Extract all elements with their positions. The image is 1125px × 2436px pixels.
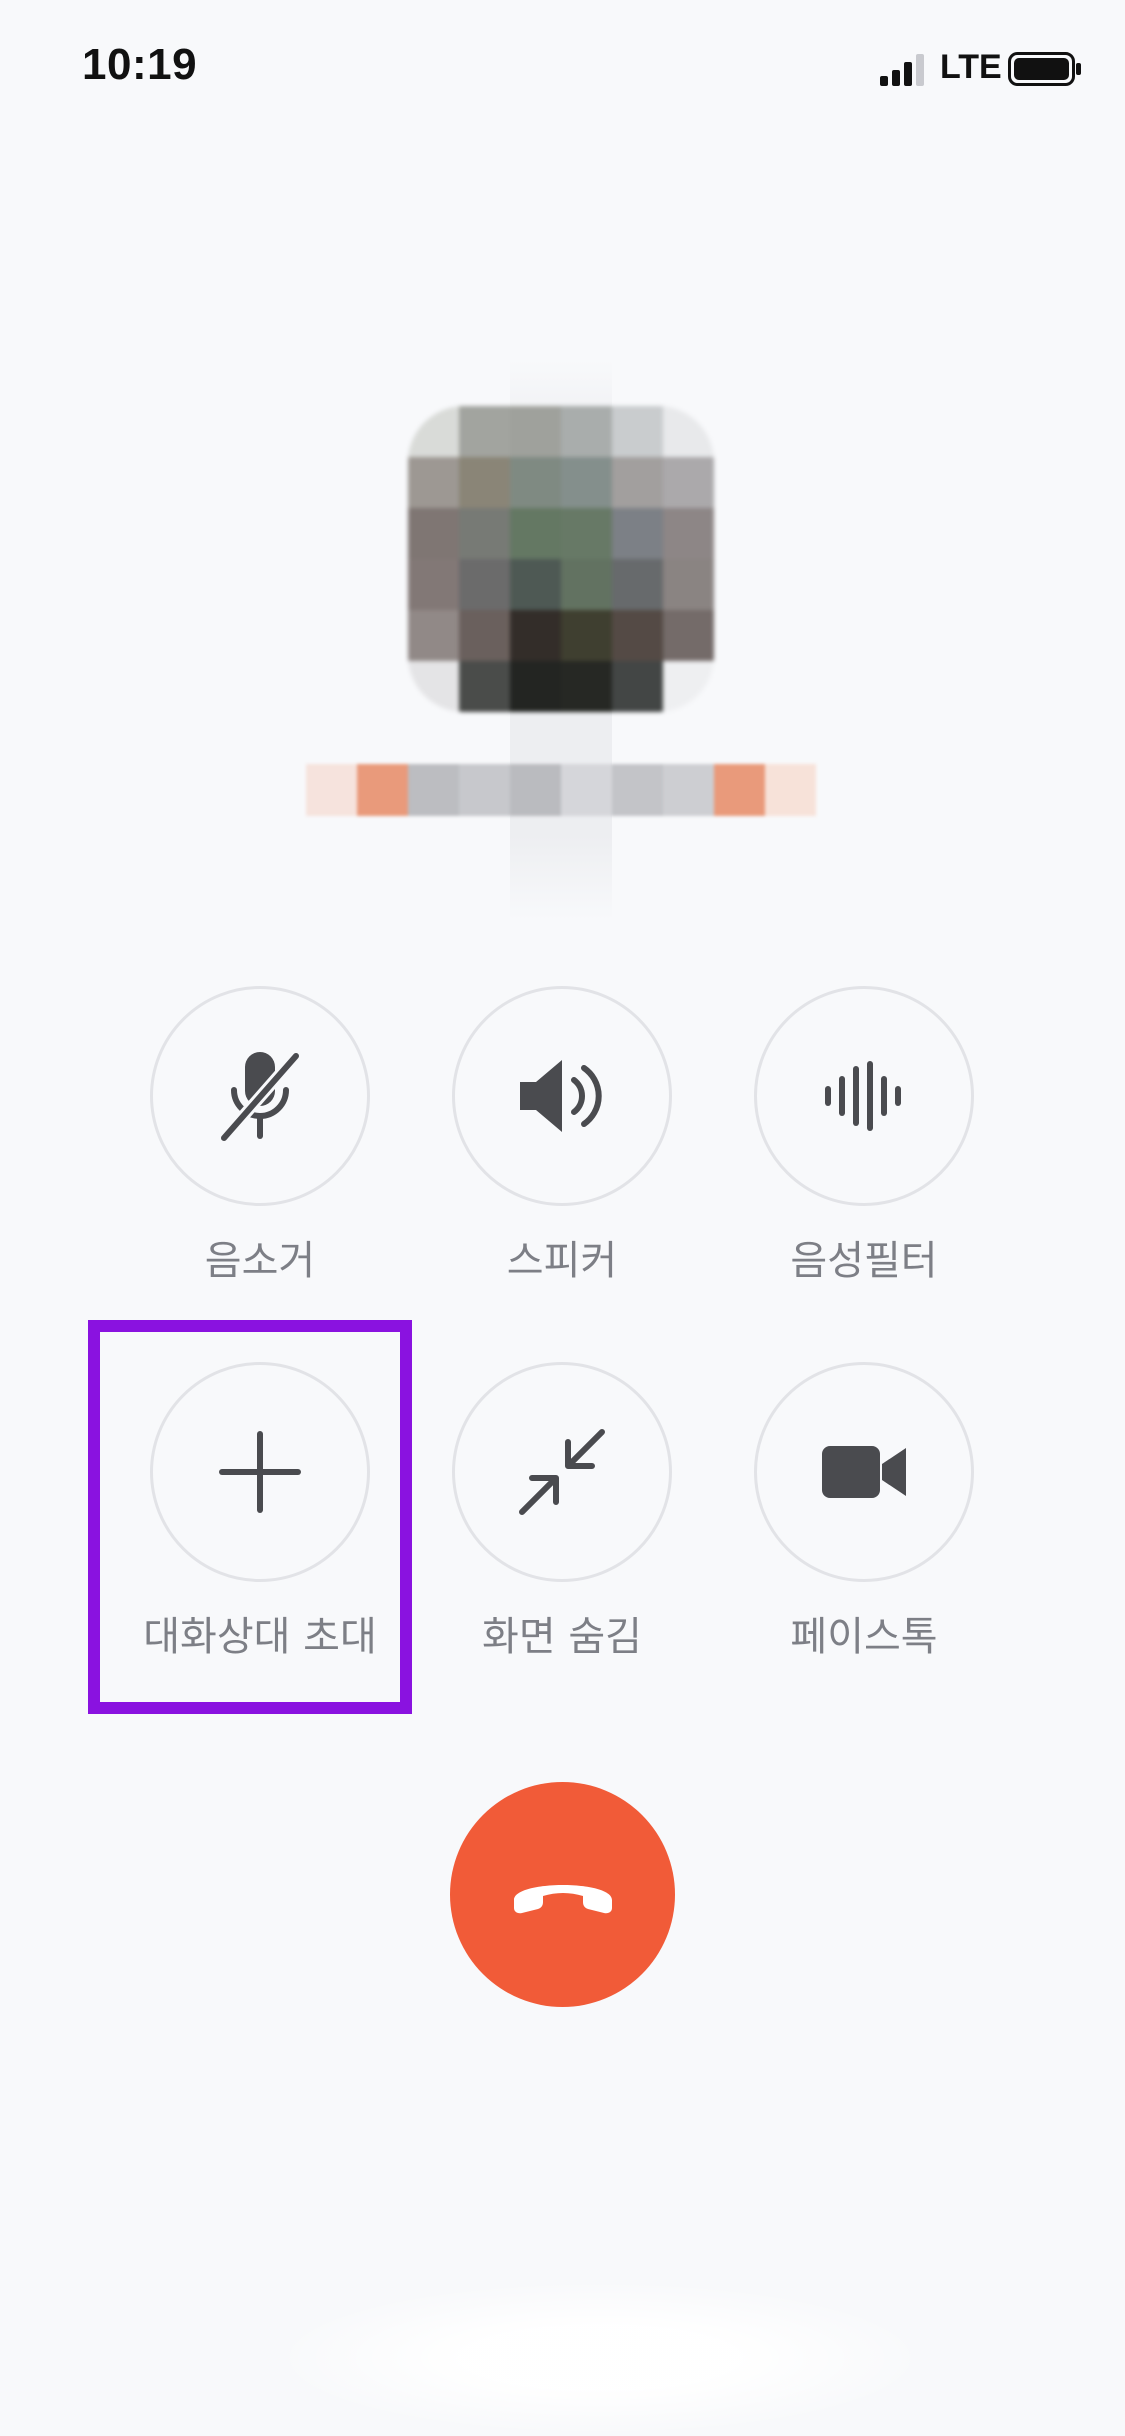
status-bar: 10:19 LTE: [0, 0, 1125, 140]
voice-filter-button[interactable]: [754, 986, 974, 1206]
hang-up-phone-icon: [513, 1884, 612, 1913]
battery-full-icon: [1008, 52, 1081, 86]
hide-screen-button[interactable]: [452, 1362, 672, 1582]
speaker-label: 스피커: [506, 1238, 618, 1284]
status-time: 10:19: [82, 40, 198, 89]
mute-button[interactable]: [150, 986, 370, 1206]
invite-highlight-box: [88, 1320, 412, 1714]
speaker-icon: [520, 1060, 602, 1132]
speaker-button[interactable]: [452, 986, 672, 1206]
end-call-button[interactable]: [450, 1782, 675, 2007]
minimize-arrows-icon: [519, 1429, 605, 1515]
mute-label: 음소거: [204, 1238, 316, 1284]
home-indicator[interactable]: [270, 2280, 930, 2436]
facetalk-button[interactable]: [754, 1362, 974, 1582]
video-camera-icon: [822, 1446, 906, 1498]
audio-wave-icon: [825, 1061, 901, 1131]
voice-filter-label: 음성필터: [790, 1238, 938, 1284]
mic-off-icon: [218, 1050, 302, 1144]
cellular-signal-icon: [880, 54, 924, 86]
facetalk-label: 페이스톡: [790, 1614, 938, 1660]
network-label: LTE: [940, 48, 1002, 86]
obscured-contact-name: [306, 764, 816, 816]
hide-screen-label: 화면 숨김: [482, 1614, 642, 1660]
profile-avatar[interactable]: [408, 406, 714, 712]
